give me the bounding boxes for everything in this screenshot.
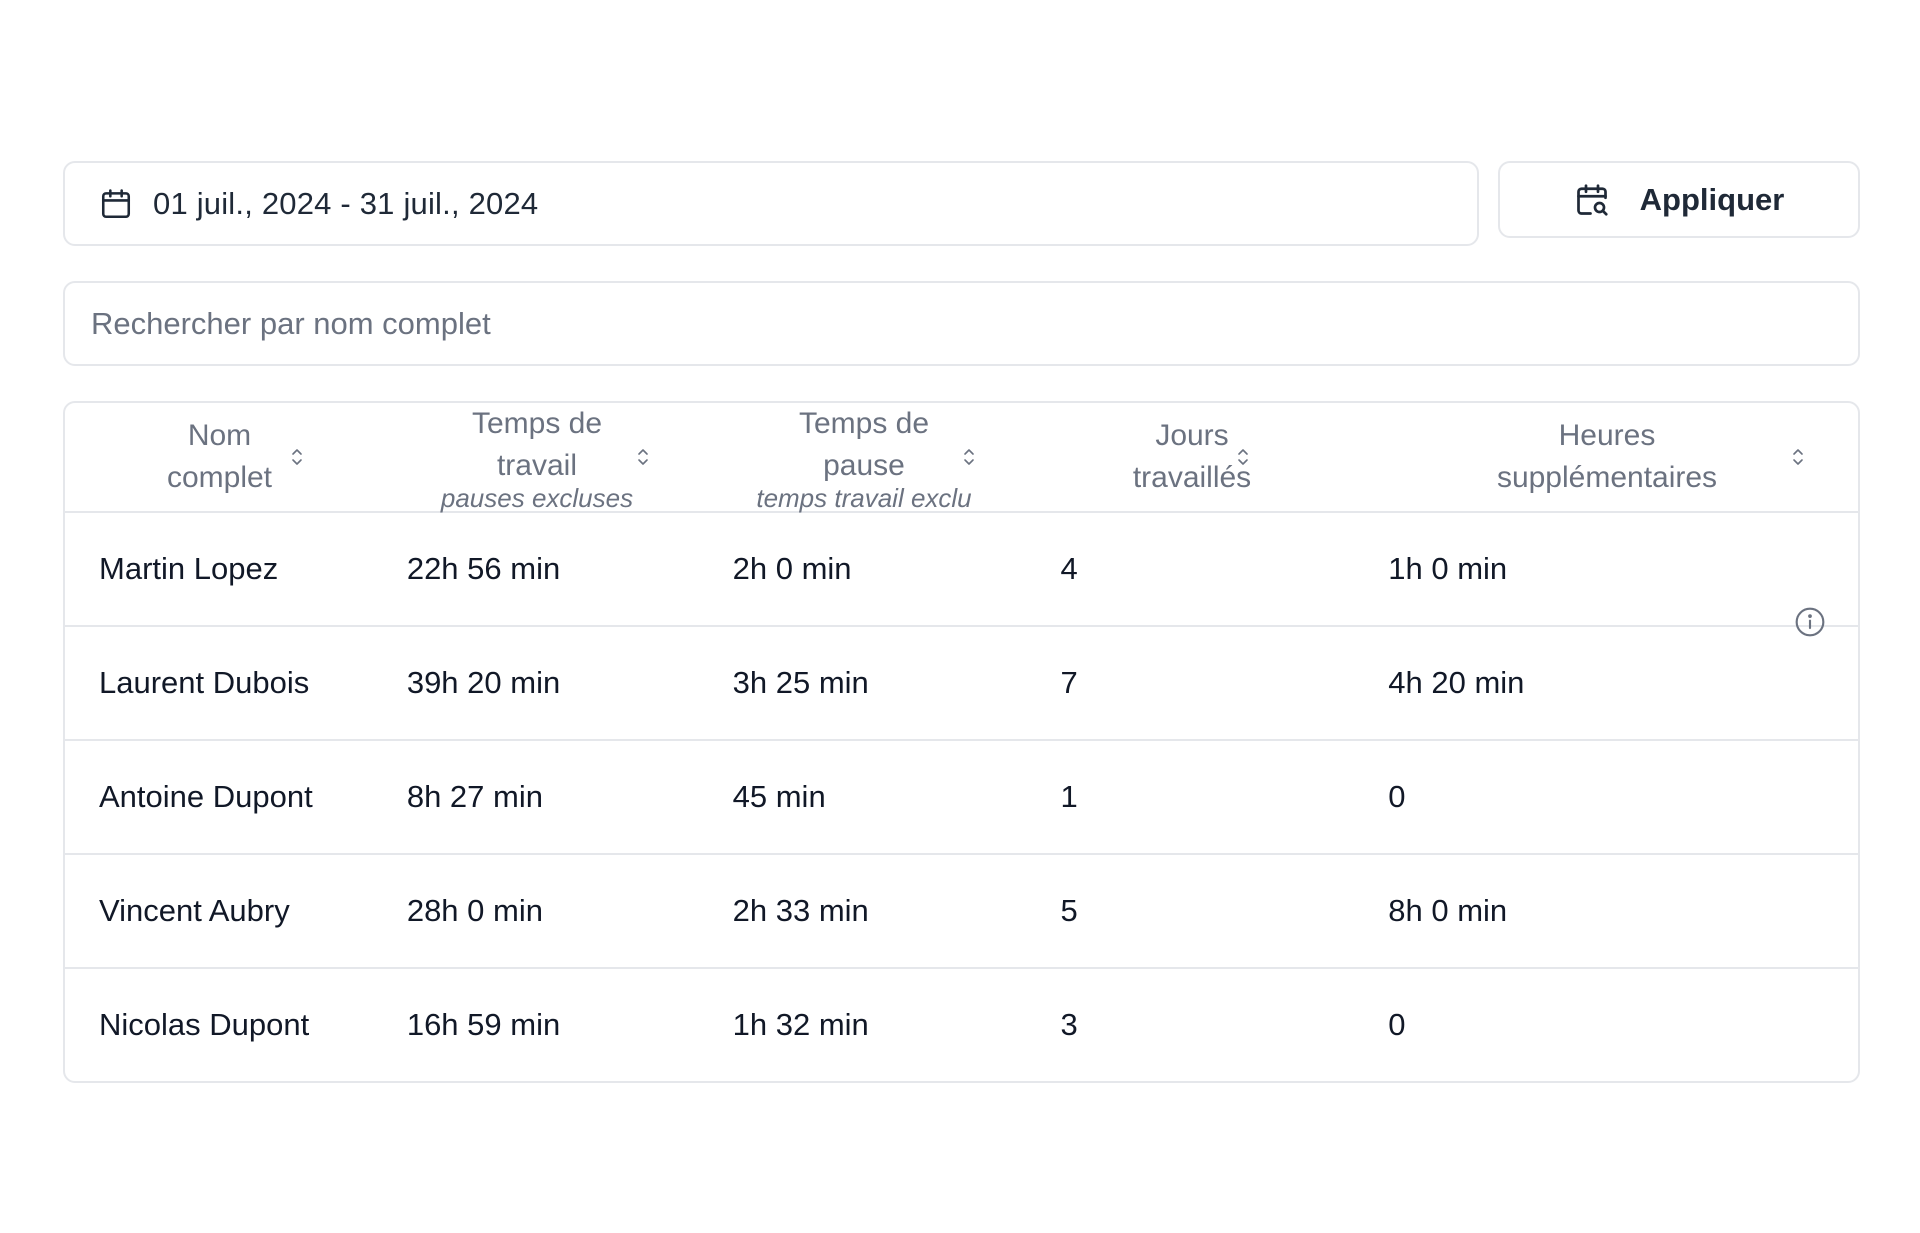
cell-work-time: 28h 0 min bbox=[406, 893, 543, 928]
cell-break-time: 3h 25 min bbox=[732, 665, 869, 700]
cell-break-time: 1h 32 min bbox=[732, 1007, 869, 1042]
cell-days-worked: 7 bbox=[1060, 665, 1078, 700]
cell-overtime: 0 bbox=[1388, 779, 1406, 814]
calendar-search-icon bbox=[1574, 182, 1610, 218]
cell-overtime: 8h 0 min bbox=[1388, 893, 1508, 928]
cell-break-time: 2h 0 min bbox=[732, 551, 852, 586]
report-panel: 01 juil., 2024 - 31 juil., 2024 Applique… bbox=[63, 161, 1860, 1083]
cell-overtime: 0 bbox=[1388, 1007, 1406, 1042]
sort-icon[interactable] bbox=[1791, 445, 1805, 469]
cell-overtime: 1h 0 min bbox=[1388, 551, 1508, 586]
sort-icon[interactable] bbox=[962, 445, 976, 469]
apply-button-label: Appliquer bbox=[1639, 181, 1785, 217]
column-header-work-time[interactable]: Temps de travail pauses excluses bbox=[374, 403, 700, 511]
table-header: Nom complet Temps de travail pauses excl… bbox=[65, 403, 1858, 637]
cell-days-worked: 1 bbox=[1060, 779, 1078, 814]
sort-icon[interactable] bbox=[636, 445, 650, 469]
table-row[interactable]: Nicolas Dupont 16h 59 min 1h 32 min 3 0 bbox=[65, 969, 1858, 1081]
cell-work-time: 22h 56 min bbox=[406, 551, 561, 586]
cell-break-time: 2h 33 min bbox=[732, 893, 869, 928]
calendar-icon bbox=[99, 187, 133, 221]
apply-button[interactable]: Appliquer bbox=[1498, 161, 1860, 238]
table-row[interactable]: Antoine Dupont 8h 27 min 45 min 1 0 bbox=[65, 741, 1858, 855]
column-header-label: Heures supplémentaires bbox=[1496, 419, 1718, 494]
cell-name: Vincent Aubry bbox=[99, 893, 290, 928]
cell-work-time: 16h 59 min bbox=[406, 1007, 561, 1042]
table-row[interactable]: Vincent Aubry 28h 0 min 2h 33 min 5 8h 0… bbox=[65, 855, 1858, 969]
timesheet-table: Nom complet Temps de travail pauses excl… bbox=[63, 401, 1860, 1083]
column-header-overtime[interactable]: Heures supplémentaires bbox=[1356, 403, 1858, 511]
sort-icon[interactable] bbox=[1236, 445, 1250, 469]
column-header-sublabel: pauses excluses bbox=[440, 483, 634, 513]
cell-name: Martin Lopez bbox=[99, 551, 279, 586]
search-input[interactable] bbox=[91, 305, 1858, 342]
cell-overtime: 4h 20 min bbox=[1388, 665, 1525, 700]
cell-work-time: 8h 27 min bbox=[406, 779, 543, 814]
info-icon[interactable] bbox=[1794, 606, 1826, 638]
cell-name: Antoine Dupont bbox=[99, 779, 313, 814]
table-row[interactable]: Martin Lopez 22h 56 min 2h 0 min 4 1h 0 … bbox=[65, 513, 1858, 627]
column-header-name[interactable]: Nom complet bbox=[65, 403, 374, 511]
column-header-label: Jours travaillés bbox=[1132, 419, 1252, 494]
cell-break-time: 45 min bbox=[732, 779, 826, 814]
table-row[interactable]: Laurent Dubois 39h 20 min 3h 25 min 7 4h… bbox=[65, 627, 1858, 741]
search-box bbox=[63, 281, 1860, 366]
cell-work-time: 39h 20 min bbox=[406, 665, 561, 700]
cell-name: Laurent Dubois bbox=[99, 665, 310, 700]
filter-row: 01 juil., 2024 - 31 juil., 2024 Applique… bbox=[63, 161, 1860, 246]
cell-days-worked: 4 bbox=[1060, 551, 1078, 586]
column-header-label: Nom complet bbox=[166, 419, 273, 494]
cell-days-worked: 5 bbox=[1060, 893, 1078, 928]
cell-name: Nicolas Dupont bbox=[99, 1007, 310, 1042]
column-header-days-worked[interactable]: Jours travaillés bbox=[1028, 403, 1356, 511]
date-range-picker[interactable]: 01 juil., 2024 - 31 juil., 2024 bbox=[63, 161, 1479, 246]
column-header-sublabel: temps travail exclu bbox=[756, 483, 972, 513]
cell-days-worked: 3 bbox=[1060, 1007, 1078, 1042]
sort-icon[interactable] bbox=[290, 445, 304, 469]
date-range-text: 01 juil., 2024 - 31 juil., 2024 bbox=[153, 185, 539, 221]
column-header-label: Temps de pause bbox=[798, 407, 930, 482]
column-header-label: Temps de travail bbox=[471, 407, 603, 482]
column-header-break-time[interactable]: Temps de pause temps travail exclu bbox=[700, 403, 1028, 511]
